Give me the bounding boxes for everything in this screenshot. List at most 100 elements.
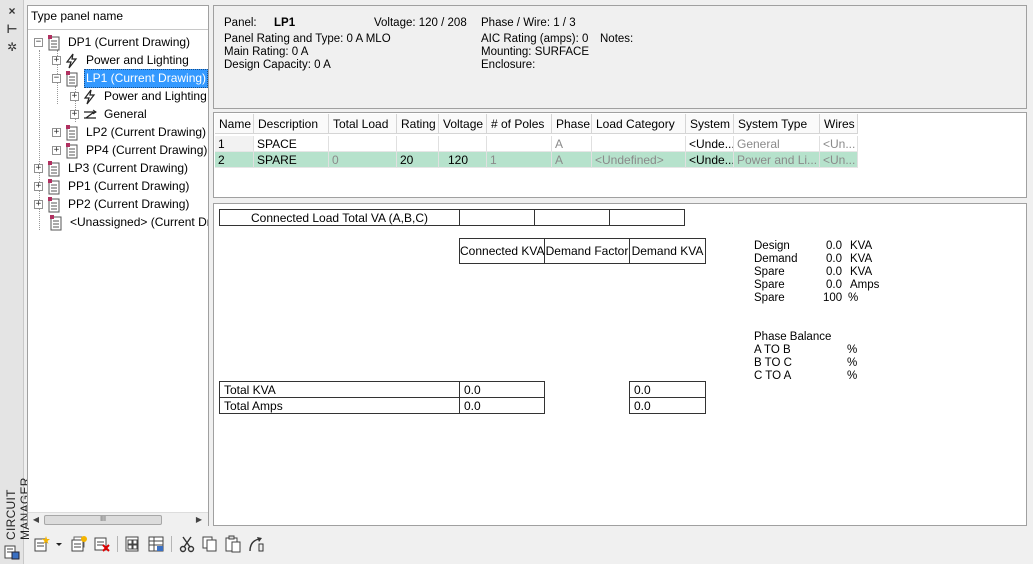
tree-item-lp1[interactable]: − LP1 (Current Drawing) bbox=[52, 69, 208, 88]
cell-system[interactable]: <Unde... bbox=[686, 152, 734, 168]
circuit-manager-icon[interactable] bbox=[4, 544, 20, 560]
panel-schedule-icon[interactable] bbox=[147, 535, 165, 553]
panel-icon bbox=[48, 214, 64, 231]
tree-item-pp1[interactable]: + PP1 (Current Drawing) bbox=[34, 178, 191, 195]
table-row[interactable]: 1 SPACE A <Unde... General <Un... bbox=[215, 136, 858, 152]
edit-panel-icon[interactable] bbox=[124, 535, 142, 553]
expand-icon[interactable]: + bbox=[34, 200, 43, 209]
dropdown-arrow-icon[interactable] bbox=[54, 535, 64, 553]
cell-rating[interactable] bbox=[397, 136, 439, 152]
close-icon[interactable]: × bbox=[4, 4, 20, 18]
column-header-voltage[interactable]: Voltage bbox=[439, 114, 487, 134]
connected-load-phase-c bbox=[609, 209, 685, 226]
panel-search-input[interactable]: Type panel name bbox=[28, 6, 208, 30]
cell-system[interactable]: <Unde... bbox=[686, 136, 734, 152]
expand-icon[interactable]: + bbox=[52, 128, 61, 137]
new-circuits-icon[interactable] bbox=[70, 535, 88, 553]
pin-icon[interactable]: ⊢ bbox=[4, 22, 20, 36]
cut-icon[interactable] bbox=[178, 535, 196, 553]
tree-item-label: Power and Lighting bbox=[86, 53, 189, 67]
column-header-total-load[interactable]: Total Load bbox=[329, 114, 397, 134]
scroll-thumb[interactable]: III bbox=[44, 515, 162, 525]
expand-icon[interactable]: + bbox=[52, 146, 61, 155]
new-circuit-icon[interactable] bbox=[33, 535, 51, 553]
column-header-system-type[interactable]: System Type bbox=[734, 114, 820, 134]
cell-name[interactable]: 1 bbox=[215, 136, 254, 152]
cell-load-category[interactable] bbox=[592, 136, 686, 152]
cell-load-category[interactable]: <Undefined> bbox=[592, 152, 686, 168]
cell-voltage[interactable]: 120 bbox=[439, 152, 487, 168]
paste-icon[interactable] bbox=[224, 535, 242, 553]
total-kva-label: Total KVA bbox=[219, 381, 460, 398]
copy-icon[interactable] bbox=[201, 535, 219, 553]
tree-item-unassigned[interactable]: <Unassigned> (Current Dr bbox=[48, 214, 208, 231]
column-header-load-category[interactable]: Load Category bbox=[592, 114, 686, 134]
tree-item-pp4[interactable]: + PP4 (Current Drawing) bbox=[52, 142, 208, 159]
panel-label: Panel: bbox=[224, 17, 257, 29]
expand-icon[interactable]: + bbox=[34, 164, 43, 173]
wire-icon[interactable] bbox=[247, 535, 265, 553]
cell-phase[interactable]: A bbox=[552, 152, 592, 168]
tree-item-lp1-power-lighting[interactable]: + Power and Lighting bbox=[70, 88, 208, 105]
stat-value: 0.0 bbox=[826, 279, 842, 291]
tree-item-dp1[interactable]: − DP1 (Current Drawing) bbox=[34, 34, 192, 51]
tree-item-lp2[interactable]: + LP2 (Current Drawing) bbox=[52, 124, 208, 141]
tree-item-pp2[interactable]: + PP2 (Current Drawing) bbox=[34, 196, 191, 213]
column-header-name[interactable]: Name bbox=[215, 114, 254, 134]
column-header-description[interactable]: Description bbox=[254, 114, 329, 134]
phase-balance-label: B TO C bbox=[754, 357, 792, 369]
general-icon bbox=[82, 107, 98, 123]
expand-icon[interactable]: + bbox=[70, 92, 79, 101]
palette-title-bar: × ⊢ ✲ CIRCUIT MANAGER bbox=[0, 0, 32, 564]
expand-icon[interactable]: + bbox=[70, 110, 79, 119]
cell-voltage[interactable] bbox=[439, 136, 487, 152]
stat-label: Spare bbox=[754, 279, 785, 291]
circuit-grid[interactable]: Name Description Total Load Rating Volta… bbox=[213, 112, 1027, 198]
cell-name[interactable]: 2 bbox=[215, 152, 254, 168]
cell-system-type[interactable]: Power and Li... bbox=[734, 152, 820, 168]
expand-icon[interactable]: + bbox=[52, 56, 61, 65]
tree-item-dp1-power-lighting[interactable]: + Power and Lighting bbox=[52, 52, 191, 69]
total-amps-label: Total Amps bbox=[219, 397, 460, 414]
main-rating: Main Rating: 0 A bbox=[224, 46, 309, 58]
stat-label: Spare bbox=[754, 292, 785, 304]
scroll-right-icon[interactable]: ▶ bbox=[193, 514, 205, 526]
cell-poles[interactable] bbox=[487, 136, 552, 152]
cell-phase[interactable]: A bbox=[552, 136, 592, 152]
expand-icon[interactable]: + bbox=[34, 182, 43, 191]
scroll-left-icon[interactable]: ◀ bbox=[30, 514, 42, 526]
cell-total-load[interactable]: 0 bbox=[329, 152, 397, 168]
phase-balance-unit: % bbox=[847, 344, 858, 356]
cell-total-load[interactable] bbox=[329, 136, 397, 152]
column-connected-kva: Connected KVA bbox=[459, 238, 545, 264]
cell-wires[interactable]: <Un... bbox=[820, 136, 858, 152]
column-header-wires[interactable]: Wires bbox=[820, 114, 858, 134]
cell-rating[interactable]: 20 bbox=[397, 152, 439, 168]
notes-label: Notes: bbox=[600, 33, 634, 45]
column-header-system[interactable]: System bbox=[686, 114, 734, 134]
collapse-icon[interactable]: − bbox=[34, 38, 43, 47]
design-capacity: Design Capacity: 0 A bbox=[224, 59, 331, 71]
table-row-selected[interactable]: 2 SPARE 0 20 120 1 A <Undefined> <Unde..… bbox=[215, 152, 858, 168]
delete-circuit-icon[interactable] bbox=[93, 535, 111, 553]
cell-description[interactable]: SPACE bbox=[254, 136, 329, 152]
mounting: Mounting: SURFACE bbox=[481, 46, 590, 58]
collapse-icon[interactable]: − bbox=[52, 74, 61, 83]
cell-poles[interactable]: 1 bbox=[487, 152, 552, 168]
total-amps-connected: 0.0 bbox=[459, 397, 545, 414]
panel-tree[interactable]: Type panel name − DP1 (Current Drawing) … bbox=[27, 5, 209, 526]
cell-wires[interactable]: <Un... bbox=[820, 152, 858, 168]
tree-item-label: PP4 (Current Drawing) bbox=[86, 143, 208, 157]
tree-item-lp3[interactable]: + LP3 (Current Drawing) bbox=[34, 160, 190, 177]
tree-item-label: LP3 (Current Drawing) bbox=[68, 161, 189, 175]
cell-system-type[interactable]: General bbox=[734, 136, 820, 152]
settings-icon[interactable]: ✲ bbox=[4, 40, 20, 54]
panel-icon bbox=[46, 178, 62, 195]
column-header-phase[interactable]: Phase bbox=[552, 114, 592, 134]
column-header-poles[interactable]: # of Poles bbox=[487, 114, 552, 134]
column-header-rating[interactable]: Rating bbox=[397, 114, 439, 134]
tree-horizontal-scrollbar[interactable]: ◀ III ▶ bbox=[28, 512, 208, 526]
tree-item-lp1-general[interactable]: + General bbox=[70, 106, 149, 123]
cell-description[interactable]: SPARE bbox=[254, 152, 329, 168]
column-demand-kva: Demand KVA bbox=[629, 238, 706, 264]
